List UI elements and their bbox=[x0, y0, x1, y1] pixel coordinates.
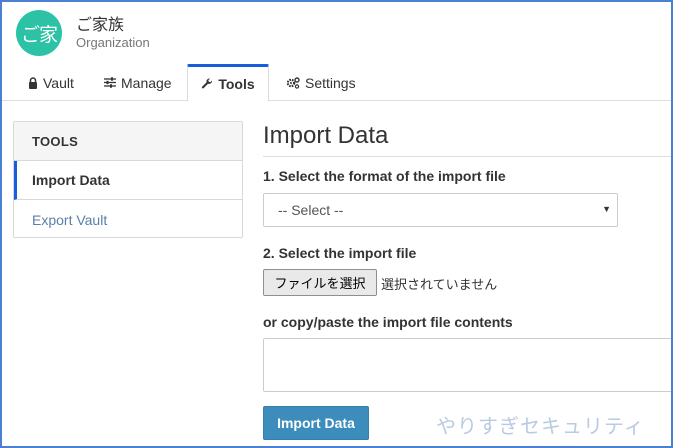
tab-settings-label: Settings bbox=[305, 74, 356, 91]
tab-tools-label: Tools bbox=[218, 76, 255, 92]
import-form: Import Data 1. Select the format of the … bbox=[263, 121, 673, 440]
org-type: Organization bbox=[76, 35, 150, 50]
org-text: ご家族 Organization bbox=[76, 15, 150, 51]
tab-tools[interactable]: Tools bbox=[187, 64, 269, 102]
org-name: ご家族 bbox=[76, 15, 125, 34]
org-tabs: Vault Manage Tools Settings bbox=[0, 64, 673, 102]
sliders-icon bbox=[104, 77, 116, 88]
tab-vault[interactable]: Vault bbox=[18, 64, 84, 101]
tools-side-panel: TOOLS Import Data Export Vault bbox=[13, 121, 243, 238]
org-avatar: ご家 bbox=[16, 10, 62, 56]
caret-down-icon: ▼ bbox=[602, 204, 611, 214]
org-header: ご家 ご家族 Organization bbox=[16, 10, 150, 56]
watermark: やりすぎセキュリティ bbox=[436, 414, 645, 438]
side-panel-header: TOOLS bbox=[14, 122, 242, 161]
file-status: 選択されていません bbox=[381, 278, 498, 293]
cogs-icon bbox=[286, 76, 300, 89]
side-item-import-data[interactable]: Import Data bbox=[14, 161, 242, 200]
tab-settings[interactable]: Settings bbox=[276, 64, 366, 101]
lock-icon bbox=[28, 76, 38, 89]
format-label: 1. Select the format of the import file bbox=[263, 168, 506, 184]
format-select[interactable]: -- Select -- ▼ bbox=[263, 193, 618, 227]
side-item-export-vault[interactable]: Export Vault bbox=[14, 200, 242, 239]
page-title: Import Data bbox=[263, 121, 673, 157]
import-data-button[interactable]: Import Data bbox=[263, 406, 369, 440]
file-contents-textarea[interactable] bbox=[263, 338, 673, 392]
format-select-value: -- Select -- bbox=[278, 202, 344, 218]
file-label: 2. Select the import file bbox=[263, 245, 417, 261]
tab-manage[interactable]: Manage bbox=[94, 64, 182, 101]
choose-file-button[interactable]: ファイルを選択 bbox=[263, 269, 377, 296]
tab-manage-label: Manage bbox=[121, 74, 172, 91]
paste-label: or copy/paste the import file contents bbox=[263, 314, 513, 330]
wrench-icon bbox=[201, 78, 213, 90]
tab-vault-label: Vault bbox=[43, 74, 74, 91]
